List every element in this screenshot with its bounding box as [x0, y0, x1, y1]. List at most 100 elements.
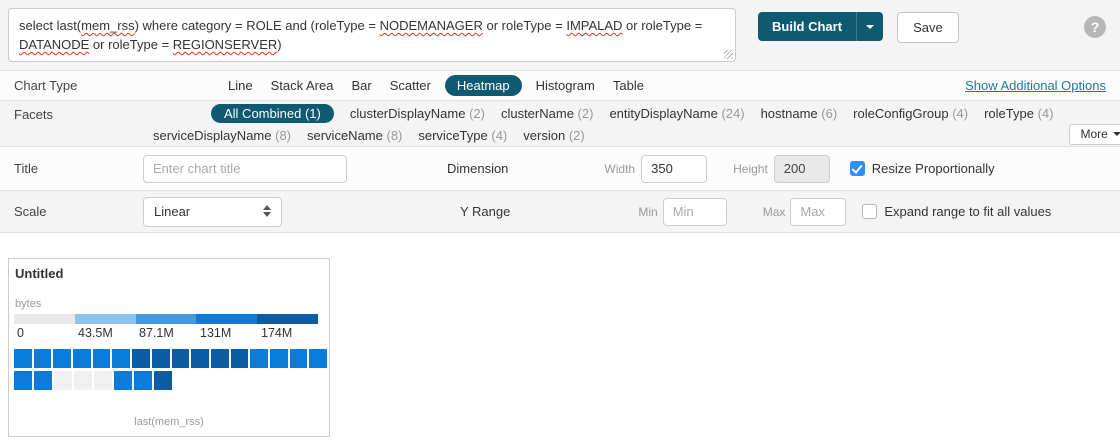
build-chart-split-button: Build Chart	[758, 12, 883, 41]
facet-item[interactable]: clusterName (2)	[501, 106, 593, 121]
facet-item[interactable]: roleConfigGroup (4)	[853, 106, 968, 121]
query-text-segment: ) where category = ROLE and (roleType =	[135, 18, 380, 33]
legend-color-segment	[14, 314, 75, 324]
chart-type-option[interactable]: Scatter	[390, 78, 431, 93]
facet-count: (8)	[386, 128, 402, 143]
chart-type-options: Line Stack Area Bar Scatter Heatmap Histogram…	[228, 75, 662, 96]
query-text-segment: select last(	[19, 18, 81, 33]
facet-name: serviceName	[307, 128, 383, 143]
heatmap-cell	[211, 349, 229, 368]
title-row: Title Dimension Width Height Resize Prop…	[0, 146, 1120, 190]
facet-name: clusterName	[501, 106, 574, 121]
resize-proportionally-label: Resize Proportionally	[872, 161, 995, 176]
facet-name: roleConfigGroup	[853, 106, 948, 121]
heatmap-legend-scale: 043.5M87.1M131M174M	[14, 326, 329, 340]
heatmap-cell	[250, 349, 268, 368]
facet-item[interactable]: serviceName (8)	[307, 128, 402, 143]
scale-label: Scale	[0, 204, 143, 219]
facet-line-1: All Combined (1) clusterDisplayName (2) …	[211, 103, 1069, 123]
facet-item[interactable]: serviceDisplayName (8)	[153, 128, 291, 143]
heatmap-row-1	[14, 349, 329, 368]
chart-type-option[interactable]: Bar	[351, 78, 371, 93]
query-input[interactable]: select last(mem_rss) where category = RO…	[8, 8, 736, 62]
facet-count: (4)	[952, 106, 968, 121]
chart-type-option[interactable]: Line	[228, 78, 253, 93]
query-text-segment: mem_rss	[81, 18, 134, 33]
chart-type-row: Chart Type Line Stack Area Bar Scatter Heatm…	[0, 70, 1120, 100]
facet-name: serviceDisplayName	[153, 128, 271, 143]
chart-preview-card: Untitled bytes 043.5M87.1M131M174M last(…	[8, 258, 330, 437]
resize-proportionally-checkbox[interactable]	[850, 161, 865, 176]
more-facets-button[interactable]: More	[1069, 124, 1120, 145]
facet-count: (2)	[469, 106, 485, 121]
chart-unit-label: bytes	[15, 298, 329, 310]
chart-type-option[interactable]: Histogram	[536, 78, 595, 93]
facet-count: (4)	[491, 128, 507, 143]
expand-range-checkbox[interactable]	[862, 204, 877, 219]
scale-row: Scale Linear Y Range Min Max Expand rang…	[0, 190, 1120, 232]
heatmap-cell	[290, 349, 308, 368]
facet-item[interactable]: serviceType (4)	[418, 128, 507, 143]
facet-item[interactable]: entityDisplayName (24)	[609, 106, 744, 121]
query-text-segment: or roleType =	[89, 37, 172, 52]
heatmap-cell	[152, 349, 170, 368]
facet-item[interactable]: All Combined (1)	[211, 104, 334, 123]
heatmap-cell	[309, 349, 327, 368]
chart-preview-title: Untitled	[15, 266, 329, 281]
expand-range-label: Expand range to fit all values	[884, 204, 1051, 219]
facet-line-2: serviceDisplayName (8) serviceName (8) s…	[153, 125, 1069, 145]
max-input[interactable]	[790, 198, 846, 226]
query-text-segment: or roleType =	[622, 18, 702, 33]
width-input[interactable]	[641, 155, 707, 183]
show-additional-options-link[interactable]: Show Additional Options	[965, 78, 1106, 93]
legend-scale-label: 174M	[258, 326, 319, 340]
facet-item[interactable]: clusterDisplayName (2)	[350, 106, 485, 121]
facet-item[interactable]: hostname (6)	[761, 106, 838, 121]
heatmap-cell	[34, 371, 52, 390]
heatmap-cell	[112, 349, 130, 368]
query-text-segment: NODEMANAGER	[380, 18, 483, 33]
heatmap-cell	[154, 371, 172, 390]
min-input[interactable]	[663, 198, 727, 226]
facet-name: serviceType	[418, 128, 487, 143]
query-text-segment: IMPALAD	[566, 18, 622, 33]
legend-color-segment	[257, 314, 318, 324]
build-chart-dropdown-button[interactable]	[856, 12, 883, 41]
height-label: Height	[733, 162, 768, 176]
chart-type-option[interactable]: Heatmap	[445, 75, 522, 96]
heatmap-cell	[270, 349, 288, 368]
facet-item[interactable]: roleType (4)	[984, 106, 1053, 121]
facet-count: (2)	[578, 106, 594, 121]
query-text-segment: DATANODE	[19, 37, 89, 52]
chart-title-input[interactable]	[143, 155, 347, 183]
legend-color-segment	[75, 314, 136, 324]
chart-type-label: Chart Type	[0, 78, 211, 93]
y-range-label: Y Range	[460, 204, 510, 219]
facet-name: clusterDisplayName	[350, 106, 466, 121]
max-label: Max	[763, 205, 786, 219]
heatmap-cell	[231, 349, 249, 368]
build-chart-button[interactable]: Build Chart	[758, 12, 856, 41]
heatmap-cell	[54, 371, 72, 390]
chart-type-option[interactable]: Table	[613, 78, 644, 93]
legend-scale-label: 43.5M	[75, 326, 136, 340]
query-text-segment: or roleType =	[483, 18, 566, 33]
facet-name: entityDisplayName	[609, 106, 717, 121]
chart-footer-label: last(mem_rss)	[9, 416, 329, 428]
facet-count: (4)	[1038, 106, 1054, 121]
facet-list: All Combined (1) clusterDisplayName (2) …	[211, 102, 1069, 146]
chart-type-option[interactable]: Stack Area	[271, 78, 334, 93]
heatmap-cell	[94, 371, 112, 390]
heatmap-cell	[191, 349, 209, 368]
facet-name: version	[523, 128, 565, 143]
scale-select[interactable]: Linear	[143, 197, 282, 227]
heatmap-cell	[114, 371, 132, 390]
facets-label: Facets	[0, 102, 211, 125]
legend-scale-label: 87.1M	[136, 326, 197, 340]
heatmap-cell	[34, 349, 52, 368]
title-label: Title	[0, 161, 143, 176]
facet-item[interactable]: version (2)	[523, 128, 584, 143]
help-icon[interactable]: ?	[1084, 16, 1106, 38]
facet-count: (24)	[721, 106, 744, 121]
save-button[interactable]: Save	[897, 12, 959, 43]
